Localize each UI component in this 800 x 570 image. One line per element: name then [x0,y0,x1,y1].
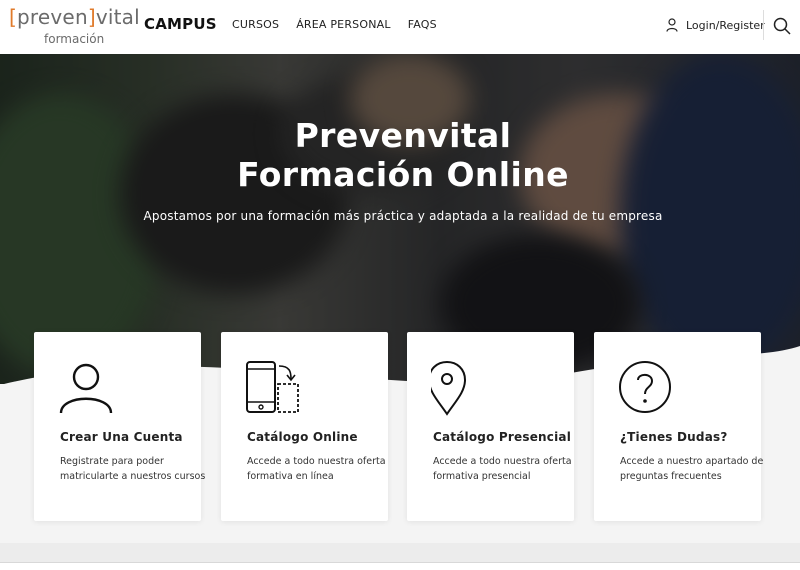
nav-faqs[interactable]: FAQS [408,18,437,31]
main-nav: CURSOS ÁREA PERSONAL FAQS [232,18,454,31]
question-circle-icon [619,361,671,413]
card-title: Catálogo Presencial [433,430,572,444]
card-online-catalog[interactable]: Catálogo Online Accede a todo nuestra of… [221,332,388,521]
location-pin-icon [431,360,467,416]
page-bottom [0,563,800,570]
logo-word-right: vital [95,5,140,29]
hero-subtitle: Apostamos por una formación más práctica… [143,209,663,223]
campus-label[interactable]: CAMPUS [144,15,217,33]
card-title: Crear Una Cuenta [60,430,183,444]
user-icon [666,18,678,32]
logo-subtitle: formación [44,32,105,46]
logo-word-left: preven [17,5,88,29]
nav-cursos[interactable]: CURSOS [232,18,279,31]
login-register-label: Login/Register [686,18,765,32]
header-divider [763,10,764,40]
search-icon[interactable] [773,17,791,35]
site-logo[interactable]: [preven]vital formación [9,4,140,48]
section-divider [0,543,800,563]
card-description: Registrate para poder matricularte a nue… [60,456,206,482]
card-presential-catalog[interactable]: Catálogo Presencial Accede a todo nuestr… [407,332,574,521]
nav-area-personal[interactable]: ÁREA PERSONAL [296,18,391,31]
card-description: Accede a todo nuestra oferta formativa p… [433,456,572,482]
user-icon [59,363,113,414]
card-faq[interactable]: ¿Tienes Dudas? Accede a nuestro apartado… [594,332,763,521]
card-title: Catálogo Online [247,430,358,444]
mobile-screen-icon [246,361,299,413]
logo-bracket-close: ] [87,5,96,29]
hero-title: Prevenvital Formación Online [237,116,569,194]
login-register-link[interactable]: Login/Register [666,16,765,34]
card-description: Accede a todo nuestra oferta formativa e… [247,456,386,482]
card-title: ¿Tienes Dudas? [620,430,728,444]
card-create-account[interactable]: Crear Una Cuenta Registrate para poder m… [34,332,205,521]
site-header: [preven]vital formación CAMPUS CURSOS ÁR… [0,0,800,54]
card-description: Accede a nuestro apartado de preguntas f… [620,456,764,482]
logo-bracket-open: [ [9,5,18,29]
